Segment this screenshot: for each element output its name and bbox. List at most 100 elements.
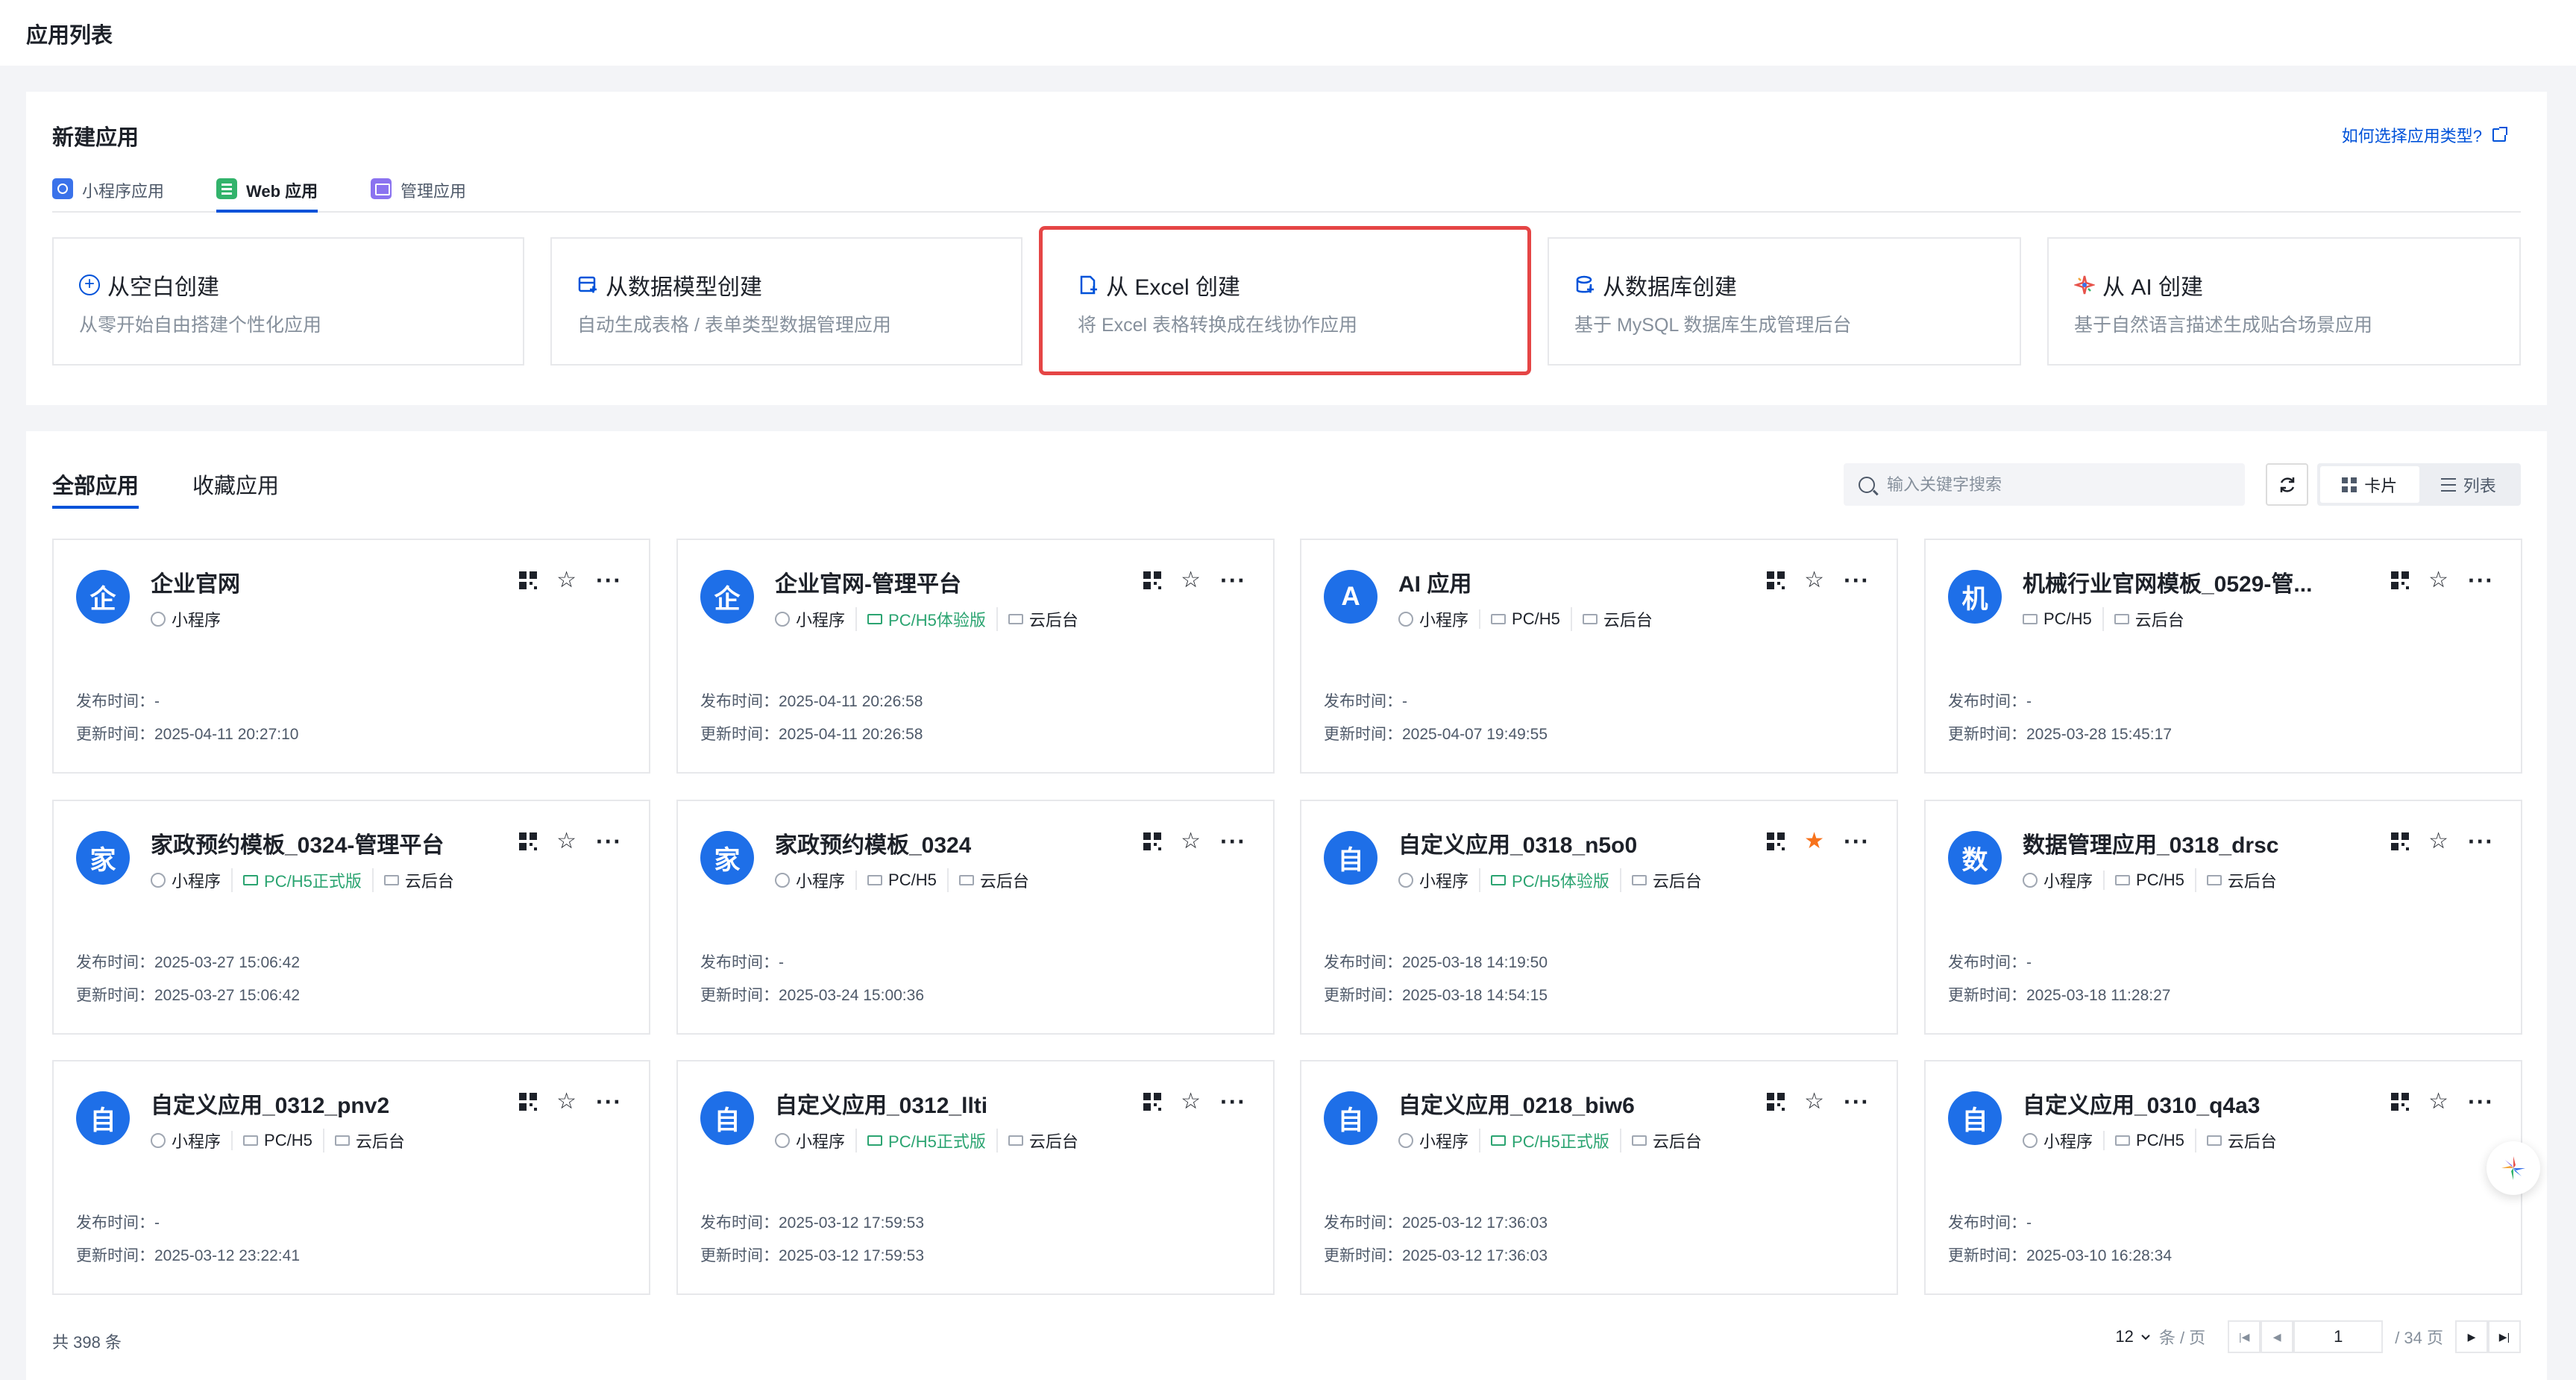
last-page-button[interactable]: ▶| (2488, 1320, 2521, 1353)
app-card[interactable]: 自 自定义应用_0310_q4a3 ☆ ··· 小程序 PC/H5 云后台 发布… (1924, 1060, 2522, 1295)
favorite-star-icon[interactable]: ☆ (1804, 1091, 1824, 1113)
page-number-input[interactable] (2293, 1320, 2384, 1353)
more-options-icon[interactable]: ··· (2468, 1090, 2494, 1114)
favorite-star-icon[interactable]: ☆ (556, 1091, 577, 1113)
platform-tag: PC/H5 (2103, 871, 2184, 890)
app-card[interactable]: 数 数据管理应用_0318_drsc ☆ ··· 小程序 PC/H5 云后台 发… (1924, 800, 2522, 1035)
database-icon (1574, 275, 1595, 295)
qr-code-icon[interactable] (519, 1093, 538, 1111)
qr-code-icon[interactable] (2391, 1093, 2410, 1111)
more-options-icon[interactable]: ··· (2468, 829, 2494, 853)
more-options-icon[interactable]: ··· (2468, 568, 2494, 592)
page-header: 应用列表 (0, 0, 2576, 66)
platform-tag-label: PC/H5体验版 (888, 611, 986, 630)
app-type-help-link[interactable]: 如何选择应用类型? (2342, 123, 2507, 147)
qr-code-icon[interactable] (1143, 832, 1162, 850)
favorite-star-icon[interactable]: ☆ (1181, 569, 1201, 592)
more-options-icon[interactable]: ··· (1220, 568, 1246, 592)
favorite-star-icon[interactable]: ☆ (1804, 569, 1824, 592)
platform-tag: 小程序 (2023, 1129, 2093, 1152)
app-card[interactable]: A AI 应用 ☆ ··· 小程序 PC/H5 云后台 发布时间：- 更新时间：… (1300, 539, 1898, 774)
tab-favorite-apps[interactable]: 收藏应用 (192, 468, 279, 509)
platform-tag-label: 小程序 (796, 872, 846, 891)
update-time-label: 更新时间： (700, 987, 779, 1004)
publish-time: 发布时间：- (1948, 950, 2032, 973)
qr-code-icon[interactable] (1143, 571, 1162, 589)
search-input[interactable] (1887, 474, 2215, 495)
publish-time-value: - (154, 1214, 160, 1232)
favorite-star-icon[interactable]: ☆ (556, 569, 577, 592)
prev-page-button[interactable]: ◀ (2261, 1320, 2294, 1353)
app-card[interactable]: 企 企业官网-管理平台 ☆ ··· 小程序 PC/H5体验版 云后台 发布时间：… (676, 539, 1275, 774)
favorite-star-icon[interactable]: ☆ (2428, 830, 2448, 853)
more-options-icon[interactable]: ··· (1220, 1090, 1246, 1114)
qr-code-icon[interactable] (1767, 571, 1785, 589)
update-time-value: 2025-03-12 17:59:53 (779, 1247, 924, 1264)
create-from-excel-card[interactable]: 从 Excel 创建 将 Excel 表格转换成在线协作应用 (1039, 226, 1531, 375)
platform-tag-label: 小程序 (172, 872, 222, 891)
page-size-select[interactable]: 12 (2115, 1327, 2151, 1346)
ai-assistant-button[interactable] (2487, 1141, 2540, 1195)
more-options-icon[interactable]: ··· (596, 568, 622, 592)
favorite-star-icon[interactable]: ☆ (2428, 1091, 2448, 1113)
tab-web-app[interactable]: Web 应用 (216, 178, 318, 213)
app-card[interactable]: 自 自定义应用_0318_n5o0 ★ ··· 小程序 PC/H5体验版 云后台… (1300, 800, 1898, 1035)
app-card[interactable]: 自 自定义应用_0218_biw6 ☆ ··· 小程序 PC/H5正式版 云后台… (1300, 1060, 1898, 1295)
more-options-icon[interactable]: ··· (596, 1090, 622, 1114)
platform-tag: 云后台 (2102, 607, 2184, 631)
ai-sparkle-icon (2073, 275, 2096, 295)
update-time-value: 2025-04-11 20:26:58 (779, 726, 923, 743)
total-count: 共 398 条 (52, 1333, 122, 1352)
more-options-icon[interactable]: ··· (1844, 1090, 1870, 1114)
qr-code-icon[interactable] (1767, 832, 1785, 850)
qr-code-icon[interactable] (2391, 571, 2410, 589)
app-card[interactable]: 家 家政预约模板_0324 ☆ ··· 小程序 PC/H5 云后台 发布时间：-… (676, 800, 1275, 1035)
card-actions: ☆ ··· (1143, 1090, 1246, 1114)
last-page-icon: ▶| (2498, 1330, 2510, 1343)
app-card[interactable]: 自 自定义应用_0312_llti ☆ ··· 小程序 PC/H5正式版 云后台… (676, 1060, 1275, 1295)
create-from-database-card[interactable]: 从数据库创建 基于 MySQL 数据库生成管理后台 (1548, 237, 2021, 366)
platform-tag: 小程序 (1398, 1129, 1468, 1152)
favorite-star-icon[interactable]: ☆ (2428, 569, 2448, 592)
update-time-value: 2025-03-27 15:06:42 (154, 987, 300, 1004)
mini-program-icon (775, 1133, 790, 1148)
more-options-icon[interactable]: ··· (1220, 829, 1246, 853)
favorite-star-icon[interactable]: ★ (1804, 830, 1824, 853)
favorite-star-icon[interactable]: ☆ (1181, 1091, 1201, 1113)
tab-mini-program[interactable]: 小程序应用 (52, 178, 164, 213)
first-page-button[interactable]: |◀ (2228, 1320, 2261, 1353)
create-from-blank-card[interactable]: + 从空白创建 从零开始自由搭建个性化应用 (52, 237, 524, 366)
app-name: 数据管理应用_0318_drsc (2023, 833, 2279, 858)
card-view-button[interactable]: 卡片 (2320, 466, 2419, 503)
qr-code-icon[interactable] (2391, 832, 2410, 850)
qr-code-icon[interactable] (519, 571, 538, 589)
list-view-button[interactable]: 列表 (2419, 466, 2519, 503)
app-card[interactable]: 机 机械行业官网模板_0529-管... ☆ ··· PC/H5 云后台 发布时… (1924, 539, 2522, 774)
publish-time-label: 发布时间： (1948, 1214, 2026, 1232)
create-from-ai-card[interactable]: 从 AI 创建 基于自然语言描述生成贴合场景应用 (2047, 237, 2521, 366)
more-options-icon[interactable]: ··· (1844, 829, 1870, 853)
app-card[interactable]: 家 家政预约模板_0324-管理平台 ☆ ··· 小程序 PC/H5正式版 云后… (52, 800, 650, 1035)
tab-all-apps[interactable]: 全部应用 (52, 468, 139, 509)
update-time: 更新时间：2025-03-28 15:45:17 (1948, 722, 2172, 744)
tab-admin-app[interactable]: 管理应用 (371, 178, 466, 213)
more-options-icon[interactable]: ··· (1844, 568, 1870, 592)
refresh-button[interactable] (2266, 463, 2308, 506)
platform-tag: 小程序 (775, 607, 845, 631)
monitor-icon (867, 614, 883, 624)
qr-code-icon[interactable] (1143, 1093, 1162, 1111)
next-page-button[interactable]: ▶ (2455, 1320, 2488, 1353)
app-card[interactable]: 企 企业官网 ☆ ··· 小程序 发布时间：- 更新时间：2025-04-11 … (52, 539, 650, 774)
app-name: 自定义应用_0310_q4a3 (2023, 1094, 2261, 1118)
publish-time-value: 2025-03-27 15:06:42 (154, 954, 300, 971)
publish-time: 发布时间：- (1948, 1211, 2032, 1233)
favorite-star-icon[interactable]: ☆ (1181, 830, 1201, 853)
favorite-star-icon[interactable]: ☆ (556, 830, 577, 853)
qr-code-icon[interactable] (1767, 1093, 1785, 1111)
create-from-data-model-card[interactable]: 从数据模型创建 自动生成表格 / 表单类型数据管理应用 (550, 237, 1022, 366)
qr-code-icon[interactable] (519, 832, 538, 850)
app-card[interactable]: 自 自定义应用_0312_pnv2 ☆ ··· 小程序 PC/H5 云后台 发布… (52, 1060, 650, 1295)
ai-assistant-icon (2501, 1156, 2525, 1180)
platform-tag: 小程序 (1398, 868, 1468, 892)
more-options-icon[interactable]: ··· (596, 829, 622, 853)
